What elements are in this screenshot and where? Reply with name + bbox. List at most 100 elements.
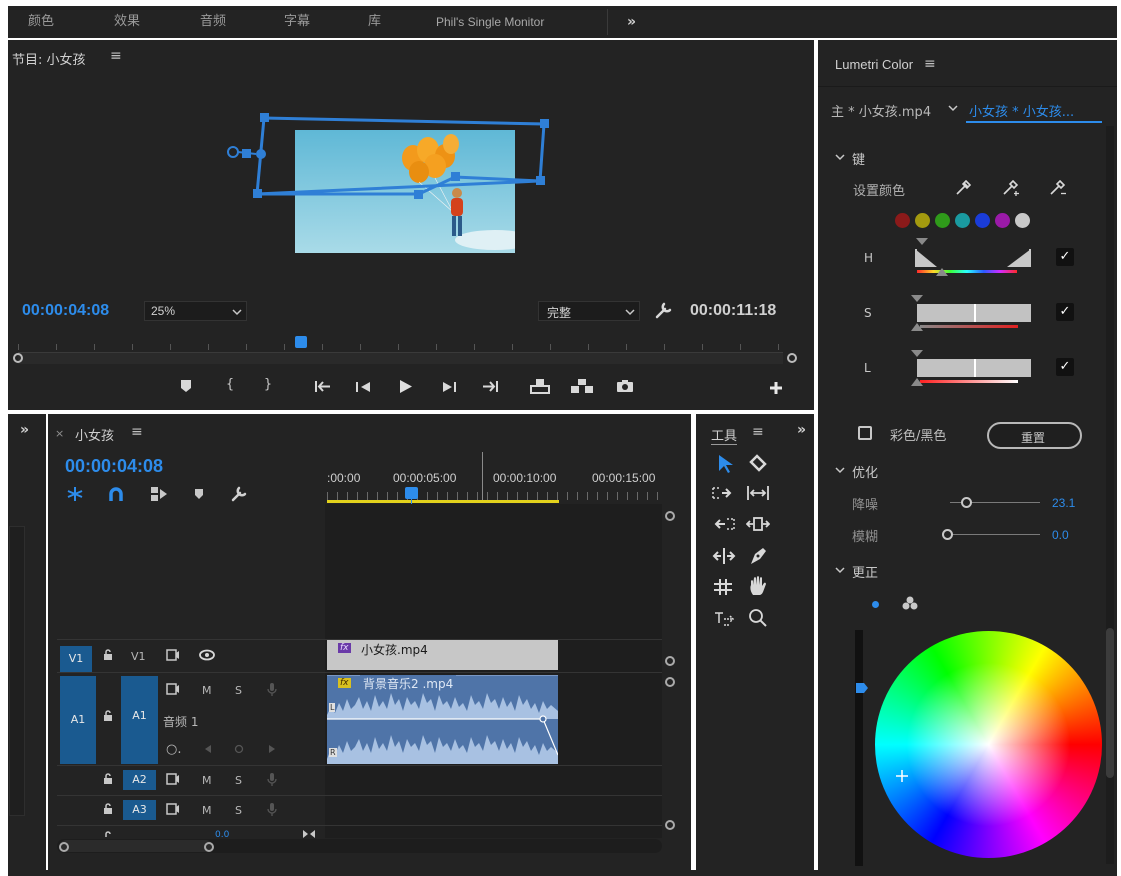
- lock-icon[interactable]: [103, 773, 113, 785]
- scrollbar-left-handle[interactable]: [59, 842, 69, 852]
- a1-track-target[interactable]: A1: [121, 676, 158, 764]
- sync-lock-icon[interactable]: [166, 649, 180, 661]
- eye-icon[interactable]: [199, 649, 215, 661]
- key-color-swatch[interactable]: [975, 213, 990, 228]
- timeline-current-time[interactable]: 00:00:04:08: [65, 456, 163, 477]
- nest-toggle-icon[interactable]: [66, 486, 84, 502]
- sync-lock-icon[interactable]: [166, 683, 180, 695]
- eyedropper-icon[interactable]: [955, 180, 971, 196]
- key-color-swatch[interactable]: [895, 213, 910, 228]
- hue-checkbox[interactable]: ✓: [1056, 248, 1074, 266]
- wrench-icon[interactable]: [654, 300, 674, 320]
- audio-clip[interactable]: fx 背景音乐2 .mp4 L R: [327, 675, 558, 764]
- sync-lock-icon[interactable]: [166, 803, 180, 815]
- transform-overlay[interactable]: [220, 110, 560, 205]
- luminance-handle[interactable]: [910, 349, 924, 359]
- key-color-swatch[interactable]: [915, 213, 930, 228]
- add-button-icon[interactable]: [769, 381, 783, 395]
- vertical-scrollbar-handle[interactable]: [665, 677, 675, 687]
- add-keyframe-icon[interactable]: [234, 744, 244, 754]
- transform-handle[interactable]: [540, 119, 549, 128]
- hue-handle[interactable]: [935, 267, 949, 277]
- timeline-close-icon[interactable]: ×: [55, 427, 64, 440]
- program-monitor-title[interactable]: 节目: 小女孩: [12, 49, 86, 68]
- video-clip[interactable]: fx 小女孩.mp4: [327, 640, 558, 670]
- luminance-checkbox[interactable]: ✓: [1056, 358, 1074, 376]
- linked-selection-icon[interactable]: [150, 486, 168, 502]
- scrubber-left-handle[interactable]: [13, 353, 23, 363]
- luminance-handle[interactable]: [910, 377, 924, 387]
- sequence-clip-selector[interactable]: 小女孩 * 小女孩...: [969, 101, 1074, 120]
- timeline-marker-icon[interactable]: [194, 488, 204, 500]
- volume-keyframe-icon[interactable]: ○.: [166, 742, 181, 757]
- timeline-settings-wrench-icon[interactable]: [230, 485, 248, 503]
- lift-icon[interactable]: [530, 378, 550, 394]
- key-section-chevron-icon[interactable]: [835, 153, 845, 161]
- step-back-icon[interactable]: [356, 381, 372, 393]
- left-panel-collapse-button[interactable]: »: [20, 422, 29, 438]
- quality-select[interactable]: 完整: [538, 301, 640, 321]
- tools-menu-icon[interactable]: ≡: [752, 424, 764, 440]
- vertical-scrollbar-handle[interactable]: [665, 511, 675, 521]
- microphone-icon[interactable]: [267, 772, 277, 787]
- single-wheel-mode-icon[interactable]: [872, 601, 879, 608]
- saturation-handle[interactable]: [910, 322, 924, 332]
- anchor-point[interactable]: [256, 149, 266, 159]
- reset-button[interactable]: 重置: [987, 422, 1082, 449]
- a1-source-patch[interactable]: A1: [60, 676, 96, 764]
- sync-lock-icon[interactable]: [166, 773, 180, 785]
- transform-handle[interactable]: [253, 189, 262, 198]
- key-color-swatch[interactable]: [935, 213, 950, 228]
- lumetri-menu-icon[interactable]: ≡: [924, 56, 936, 72]
- camera-icon[interactable]: [616, 379, 634, 393]
- snap-icon[interactable]: [108, 486, 124, 502]
- blur-value[interactable]: 0.0: [1052, 528, 1069, 542]
- lock-icon[interactable]: [103, 803, 113, 815]
- color-wheel[interactable]: [875, 631, 1102, 858]
- transform-handle[interactable]: [536, 176, 545, 185]
- lumetri-title[interactable]: Lumetri Color: [835, 57, 913, 72]
- hand-rectangle-tool-icon[interactable]: [712, 578, 734, 596]
- workspace-tab-effects[interactable]: 效果: [114, 6, 140, 38]
- hand-tool-icon[interactable]: [748, 575, 768, 597]
- mute-button[interactable]: M: [202, 804, 212, 817]
- transform-handle[interactable]: [260, 113, 269, 122]
- workspace-tab-audio[interactable]: 音频: [200, 6, 226, 38]
- zoom-tool-icon[interactable]: [748, 608, 768, 628]
- mute-button[interactable]: M: [202, 774, 212, 787]
- microphone-icon[interactable]: [267, 802, 277, 817]
- three-wheel-mode-icon[interactable]: [902, 596, 918, 610]
- key-section-title[interactable]: 键: [852, 149, 865, 168]
- scrubber-playhead[interactable]: [295, 336, 308, 348]
- key-color-swatch[interactable]: [1015, 213, 1030, 228]
- vertical-scrollbar-handle[interactable]: [665, 656, 675, 666]
- workspace-tab-captions[interactable]: 字幕: [284, 6, 310, 38]
- denoise-value[interactable]: 23.1: [1052, 496, 1075, 510]
- timeline-tab-title[interactable]: 小女孩: [75, 425, 114, 444]
- extract-icon[interactable]: [570, 378, 594, 394]
- program-scrubber[interactable]: [18, 330, 783, 366]
- solo-button[interactable]: S: [235, 804, 242, 817]
- track-select-tool-icon[interactable]: [747, 454, 767, 472]
- chevron-down-icon[interactable]: [948, 104, 958, 112]
- zoom-select[interactable]: 25%: [144, 301, 247, 321]
- go-to-end-icon[interactable]: [302, 829, 316, 839]
- lock-icon[interactable]: [103, 649, 113, 661]
- workspace-tab-single-monitor[interactable]: Phil's Single Monitor: [436, 6, 544, 38]
- eyedropper-add-icon[interactable]: [1002, 180, 1020, 196]
- correction-section-chevron-icon[interactable]: [835, 566, 845, 574]
- key-color-swatch[interactable]: [955, 213, 970, 228]
- text-tool-icon[interactable]: [713, 610, 735, 628]
- program-current-time[interactable]: 00:00:04:08: [22, 302, 109, 320]
- pen-tool-icon[interactable]: [748, 546, 768, 566]
- tools-title[interactable]: 工具: [711, 425, 738, 445]
- blur-slider-handle[interactable]: [942, 529, 953, 540]
- timeline-menu-icon[interactable]: ≡: [131, 424, 143, 440]
- saturation-handle[interactable]: [910, 294, 924, 304]
- razor-tool-icon[interactable]: [713, 516, 735, 532]
- solo-button[interactable]: S: [235, 774, 242, 787]
- vertical-scrollbar-handle[interactable]: [665, 820, 675, 830]
- transform-handle[interactable]: [414, 190, 423, 199]
- tools-collapse-button[interactable]: »: [797, 422, 806, 438]
- mark-in-icon[interactable]: {: [224, 377, 236, 392]
